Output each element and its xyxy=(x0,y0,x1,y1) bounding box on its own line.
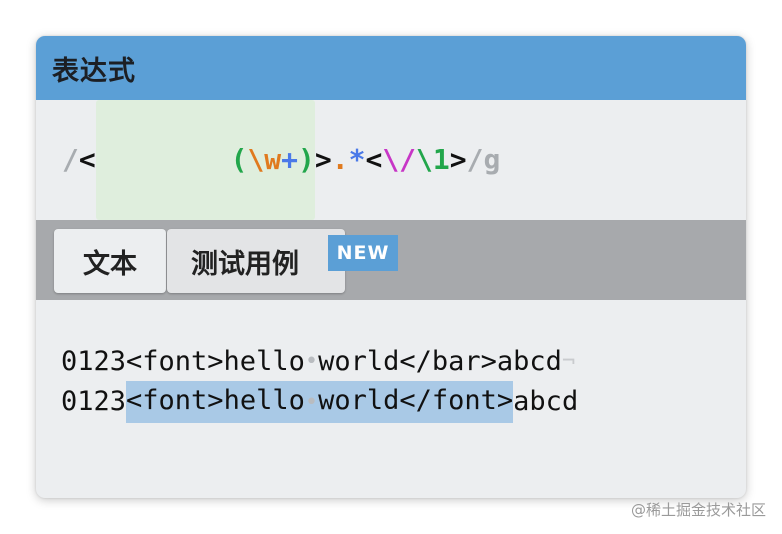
text-segment: 0123 xyxy=(61,386,127,417)
regex-token-literal: < xyxy=(365,143,383,176)
tab-test-cases-label: 测试用例 xyxy=(191,248,299,280)
regex-token-literal: > xyxy=(449,143,467,176)
regex-token-backreference: \1 xyxy=(416,143,450,176)
regex-token-escape: \/ xyxy=(382,143,417,176)
regex-capture-group: (\w+) xyxy=(95,100,315,220)
test-text-editor[interactable]: 0123<font>hello • world</bar>abcd ¬ 0123 <fo… xyxy=(36,300,746,423)
regex-token-literal: > xyxy=(314,143,332,176)
text-segment: 0123<font>hello xyxy=(61,346,305,377)
regex-token-dot: . xyxy=(331,143,349,176)
text-line: 0123 <font>hello•world</font> abcd xyxy=(61,381,746,423)
regex-token-group-open: ( xyxy=(230,143,248,176)
regex-token-quantifier: * xyxy=(348,143,366,176)
text-segment: abcd xyxy=(513,386,579,417)
space-marker-icon: • xyxy=(304,390,319,415)
match-segment: world</font> xyxy=(318,385,514,416)
card-header: 表达式 xyxy=(36,36,746,100)
regex-token-literal: < xyxy=(78,143,96,176)
expression-title: 表达式 xyxy=(52,55,136,87)
text-segment: world</bar>abcd xyxy=(318,346,562,377)
text-line: 0123<font>hello • world</bar>abcd ¬ xyxy=(61,342,746,382)
watermark: @稀土掘金技术社区 xyxy=(630,501,766,519)
regex-token-group-close: ) xyxy=(298,143,315,176)
line-end-marker-icon: ¬ xyxy=(561,349,576,374)
regex-token-delimiter: / xyxy=(62,143,79,176)
regex-token-quantifier: + xyxy=(281,143,299,176)
match-segment: <font>hello xyxy=(126,385,305,416)
expression-area[interactable]: / < (\w+) > . * < \/ \1 > /g xyxy=(36,100,746,220)
regex-expression[interactable]: / < (\w+) > . * < \/ \1 > /g xyxy=(62,100,500,220)
regex-token-flags: /g xyxy=(466,143,501,176)
tab-text-label: 文本 xyxy=(83,248,137,280)
regex-token-char-class: \w xyxy=(247,143,282,176)
match-highlight: <font>hello•world</font> xyxy=(126,381,514,423)
new-badge: NEW xyxy=(328,235,398,271)
tab-text[interactable]: 文本 xyxy=(54,229,166,293)
tab-test-cases[interactable]: 测试用例 xyxy=(167,229,345,293)
tab-bar: 文本 测试用例 NEW xyxy=(36,220,746,300)
space-marker-icon: • xyxy=(304,349,319,374)
regex-card: 表达式 / < (\w+) > . * < \/ \1 > /g 文本 测试用例… xyxy=(36,36,746,498)
